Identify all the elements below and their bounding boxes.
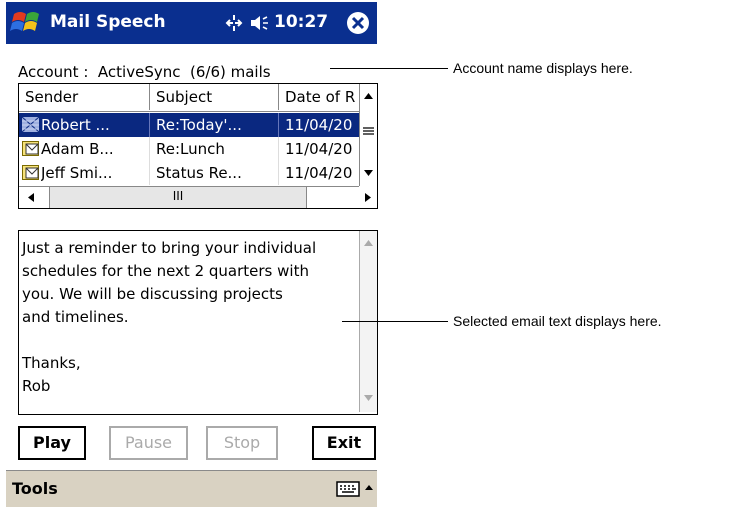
scroll-down-icon[interactable] [360,164,377,181]
speaker-icon[interactable] [249,13,269,33]
clock[interactable]: 10:27 [274,12,328,32]
row-date: 11/04/20 [285,140,353,158]
scroll-up-icon[interactable] [360,88,377,105]
envelope-icon [22,141,39,156]
column-header-sender[interactable]: Sender [19,84,150,110]
pocket-pc-screen: Mail Speech 10:27 Account : ActiveSync (… [6,2,378,510]
windows-start-icon[interactable] [10,6,44,40]
list-horizontal-scrollbar[interactable]: III [19,186,371,208]
row-subject: Status Re... [150,161,279,185]
account-callout-line [330,68,448,69]
account-callout-text: Account name displays here. [453,60,633,76]
row-sender: Robert ... [41,113,150,137]
input-panel-arrow-icon[interactable] [363,481,375,495]
message-body-text: Just a reminder to bring your individual… [22,239,317,395]
row-subject: Re:Lunch [150,137,279,161]
email-text-callout-line [342,321,448,322]
scroll-up-icon[interactable] [360,235,377,252]
scroll-right-icon[interactable] [359,189,376,206]
row-date: 11/04/20 [285,116,353,134]
row-date: 11/04/20 [285,164,353,182]
menu-bar: Tools [6,470,377,507]
scroll-thumb-grip-icon[interactable] [360,122,377,139]
pause-button[interactable]: Pause [109,426,188,460]
title-bar: Mail Speech 10:27 [6,2,377,44]
list-vertical-scrollbar[interactable] [359,84,377,186]
row-sender: Jeff Smi... [41,161,150,185]
message-body-box[interactable]: Just a reminder to bring your individual… [18,230,378,415]
stop-button[interactable]: Stop [206,426,278,460]
column-header-date[interactable]: Date of R [279,84,359,110]
email-text-callout-text: Selected email text displays here. [453,313,662,329]
account-label: Account : ActiveSync (6/6) mails [18,63,271,81]
list-header: Sender Subject Date of R [19,84,359,112]
envelope-icon [22,165,39,180]
scroll-left-icon[interactable] [23,189,40,206]
keyboard-icon[interactable] [336,480,360,498]
tools-menu[interactable]: Tools [12,479,58,498]
close-icon[interactable] [346,11,370,35]
list-row[interactable]: Jeff Smi... Status Re... 11/04/20 [19,161,359,185]
app-title: Mail Speech [50,12,166,32]
list-row[interactable]: Adam B... Re:Lunch 11/04/20 [19,137,359,161]
list-row[interactable]: Robert ... Re:Today'... 11/04/20 [19,113,359,137]
exit-button[interactable]: Exit [312,426,376,460]
mail-read-icon [22,117,39,132]
connectivity-icon[interactable] [224,13,244,33]
row-subject: Re:Today'... [150,113,279,137]
scroll-down-icon[interactable] [360,389,377,406]
play-button[interactable]: Play [18,426,86,460]
row-sender: Adam B... [41,137,150,161]
message-list[interactable]: Sender Subject Date of R Robert ... Re:T… [18,83,378,209]
horizontal-scroll-thumb[interactable]: III [49,187,307,208]
scroll-thumb-grip: III [172,189,184,203]
column-header-subject[interactable]: Subject [150,84,279,110]
